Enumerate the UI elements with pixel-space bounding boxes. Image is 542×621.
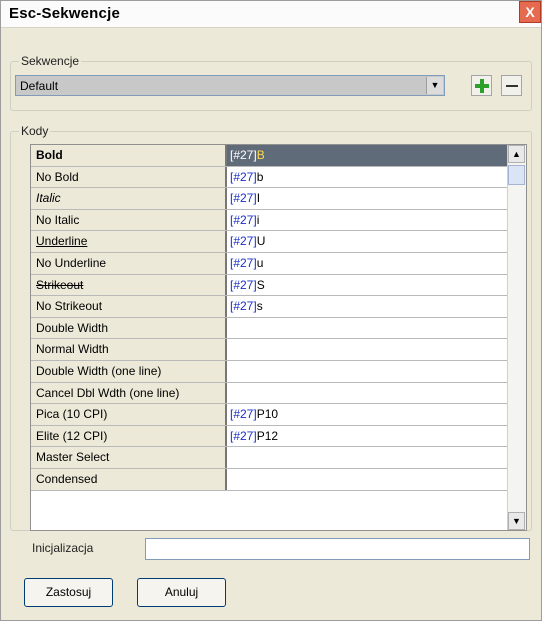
init-input[interactable] — [145, 538, 530, 560]
table-row[interactable]: No Strikeout [#27]s — [31, 296, 526, 318]
code-name: Elite (12 CPI) — [31, 425, 227, 447]
table-row[interactable]: Normal Width — [31, 339, 526, 361]
code-value[interactable]: [#27]P10 — [227, 404, 526, 425]
code-name: No Underline — [31, 252, 227, 274]
code-suffix: i — [256, 212, 260, 227]
code-value[interactable]: [#27]S — [227, 275, 526, 296]
code-name: Underline — [31, 231, 227, 252]
init-label: Inicjalizacja — [32, 541, 94, 555]
code-prefix: [#27] — [230, 277, 257, 292]
scroll-down-icon[interactable]: ▼ — [508, 512, 525, 530]
table-row[interactable]: Bold [#27]B — [31, 145, 526, 167]
code-value[interactable]: [#27]u — [227, 253, 526, 274]
code-suffix: U — [256, 234, 266, 249]
code-suffix: S — [256, 277, 265, 292]
remove-sequence-button[interactable] — [501, 75, 522, 96]
code-prefix: [#27] — [230, 191, 257, 206]
codes-rows: Bold [#27]B No Bold [#27]b Italic [#27]I No It… — [31, 145, 526, 491]
code-value[interactable] — [227, 361, 526, 382]
code-value[interactable] — [227, 447, 526, 468]
code-value[interactable] — [227, 339, 526, 360]
code-prefix: [#27] — [230, 407, 257, 422]
table-row[interactable]: No Underline [#27]u — [31, 252, 526, 275]
code-name: Double Width (one line) — [31, 360, 227, 382]
close-button[interactable]: X — [519, 1, 541, 23]
code-name: Normal Width — [31, 339, 227, 360]
code-name: Condensed — [31, 468, 227, 490]
code-name: No Italic — [31, 209, 227, 231]
table-row[interactable]: Italic [#27]I — [31, 188, 526, 210]
code-prefix: [#27] — [230, 212, 257, 227]
code-name: No Bold — [31, 166, 227, 188]
add-sequence-button[interactable] — [471, 75, 492, 96]
code-suffix: P12 — [256, 428, 279, 443]
table-row[interactable]: No Italic [#27]i — [31, 209, 526, 232]
code-name: Strikeout — [31, 274, 227, 296]
apply-button[interactable]: Zastosuj — [24, 578, 113, 607]
esc-sequences-dialog: Esc-Sekwencje X Sekwencje Default ▼ Kody… — [0, 0, 542, 621]
sequence-select[interactable]: Default ▼ — [15, 75, 445, 96]
code-value[interactable]: [#27]I — [227, 188, 526, 209]
code-prefix: [#27] — [230, 234, 257, 249]
code-name: Bold — [31, 145, 227, 166]
table-row[interactable]: Condensed — [31, 468, 526, 491]
code-suffix: I — [256, 191, 261, 206]
code-value[interactable]: [#27]U — [227, 231, 526, 252]
code-name: No Strikeout — [31, 296, 227, 317]
codes-table[interactable]: Bold [#27]B No Bold [#27]b Italic [#27]I No It… — [30, 144, 527, 531]
table-row[interactable]: Underline [#27]U — [31, 231, 526, 253]
code-name: Cancel Dbl Wdth (one line) — [31, 382, 227, 404]
table-row[interactable]: No Bold [#27]b — [31, 166, 526, 189]
table-row[interactable]: Cancel Dbl Wdth (one line) — [31, 382, 526, 405]
code-name: Pica (10 CPI) — [31, 404, 227, 425]
code-value[interactable]: [#27]i — [227, 210, 526, 231]
code-value[interactable]: [#27]s — [227, 296, 526, 317]
code-prefix: [#27] — [230, 255, 257, 270]
code-value[interactable] — [227, 318, 526, 339]
code-suffix: P10 — [256, 407, 279, 422]
code-suffix: b — [256, 169, 264, 184]
code-name: Master Select — [31, 447, 227, 468]
code-suffix: B — [256, 148, 265, 162]
title-bar: Esc-Sekwencje X — [1, 1, 541, 28]
table-row[interactable]: Master Select — [31, 447, 526, 469]
code-value[interactable]: [#27]b — [227, 167, 526, 188]
window-title: Esc-Sekwencje — [9, 5, 120, 22]
code-value[interactable] — [227, 383, 526, 404]
dropdown-arrow-icon[interactable]: ▼ — [426, 77, 443, 94]
table-row[interactable]: Double Width (one line) — [31, 360, 526, 383]
code-name: Double Width — [31, 317, 227, 339]
kody-legend: Kody — [19, 124, 51, 138]
table-row[interactable]: Elite (12 CPI) [#27]P12 — [31, 425, 526, 448]
scroll-thumb[interactable] — [508, 165, 525, 185]
code-prefix: [#27] — [230, 428, 257, 443]
code-value[interactable] — [227, 469, 526, 490]
code-name: Italic — [31, 188, 227, 209]
code-value[interactable]: [#27]P12 — [227, 426, 526, 447]
code-prefix: [#27] — [230, 148, 257, 162]
table-row[interactable]: Strikeout [#27]S — [31, 274, 526, 297]
code-prefix: [#27] — [230, 169, 257, 184]
code-suffix: s — [256, 299, 263, 314]
table-row[interactable]: Double Width — [31, 317, 526, 340]
table-row[interactable]: Pica (10 CPI) [#27]P10 — [31, 404, 526, 426]
sequence-select-value: Default — [20, 79, 59, 93]
code-prefix: [#27] — [230, 299, 257, 314]
scroll-up-icon[interactable]: ▲ — [508, 145, 525, 163]
code-value[interactable]: [#27]B — [227, 145, 526, 166]
cancel-button[interactable]: Anuluj — [137, 578, 226, 607]
code-suffix: u — [256, 255, 264, 270]
sekwencje-legend: Sekwencje — [19, 54, 82, 68]
vertical-scrollbar[interactable]: ▲ ▼ — [507, 145, 526, 530]
